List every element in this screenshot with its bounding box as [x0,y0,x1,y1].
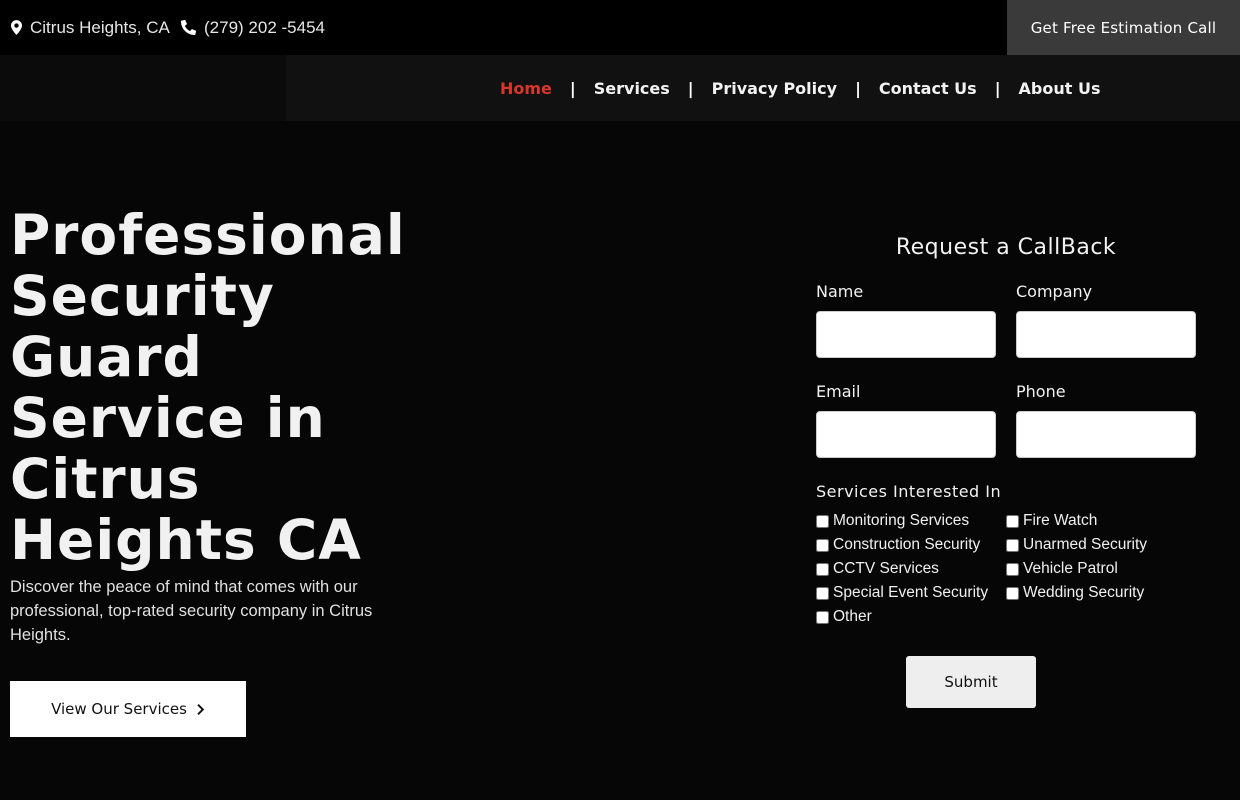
name-input[interactable] [816,311,996,358]
service-option-label: Wedding Security [1023,584,1145,601]
service-checkbox[interactable] [816,586,829,600]
service-option-label: Other [833,608,872,625]
service-checkbox[interactable] [816,538,829,552]
view-services-label: View Our Services [51,700,187,718]
hero-title-line: Professional [10,203,406,267]
service-option-wedding[interactable]: Wedding Security [1006,584,1196,602]
logo-area [0,55,286,121]
top-bar: Citrus Heights, CA (279) 202 -5454 Get F… [0,0,1240,55]
service-option-vehicle-patrol[interactable]: Vehicle Patrol [1006,560,1196,578]
email-input[interactable] [816,411,996,458]
nav-separator: | [994,78,1001,98]
nav-item-home[interactable]: Home [500,79,552,98]
service-option-label: Unarmed Security [1023,536,1148,553]
service-option-cctv[interactable]: CCTV Services [816,560,1006,578]
services-checkbox-group: Monitoring Services Fire Watch Construct… [816,512,1216,626]
service-option-label: Special Event Security [833,584,989,601]
service-option-monitoring[interactable]: Monitoring Services [816,512,1006,530]
service-checkbox[interactable] [1006,562,1019,576]
phone-info[interactable]: (279) 202 -5454 [181,0,325,55]
service-option-construction[interactable]: Construction Security [816,536,1006,554]
nav-separator: | [569,78,576,98]
service-option-special-event[interactable]: Special Event Security [816,584,1006,602]
nav-separator: | [855,78,861,98]
phone-text[interactable]: (279) 202 -5454 [204,18,325,38]
view-services-button[interactable]: View Our Services [10,681,246,737]
chevron-right-icon [197,703,205,715]
hero-title-line: Heights CA [10,508,362,572]
free-estimation-button[interactable]: Get Free Estimation Call [1007,0,1240,55]
service-option-unarmed[interactable]: Unarmed Security [1006,536,1196,554]
submit-button[interactable]: Submit [906,656,1036,708]
service-option-fire-watch[interactable]: Fire Watch [1006,512,1196,530]
hero-title-line: Citrus [10,447,201,511]
nav-item-contact-us[interactable]: Contact Us [879,79,977,98]
service-checkbox[interactable] [1006,586,1019,600]
services-interested-label: Services Interested In [816,482,1002,501]
service-checkbox[interactable] [1006,514,1019,528]
main-nav: Home | Services | Privacy Policy | Conta… [500,55,1101,121]
service-option-label: Fire Watch [1023,512,1098,529]
nav-item-privacy-policy[interactable]: Privacy Policy [712,79,837,98]
hero-title-line: Service in [10,386,326,450]
hero-title: Professional Security Guard Service in C… [10,205,410,571]
service-checkbox[interactable] [816,562,829,576]
hero-title-line: Guard [10,325,203,389]
service-checkbox[interactable] [1006,538,1019,552]
phone-label: Phone [1016,382,1066,401]
service-option-label: Monitoring Services [833,512,970,529]
service-option-other[interactable]: Other [816,608,1006,626]
service-checkbox[interactable] [816,514,829,528]
nav-separator: | [687,78,694,98]
service-option-label: Vehicle Patrol [1023,560,1118,577]
phone-icon [181,20,196,35]
nav-item-services[interactable]: Services [594,79,670,98]
service-checkbox[interactable] [816,610,829,624]
service-option-label: Construction Security [833,536,981,553]
form-title: Request a CallBack [895,235,1117,260]
location-text: Citrus Heights, CA [30,17,170,37]
service-option-label: CCTV Services [833,560,939,577]
name-label: Name [816,282,864,301]
hero-description: Discover the peace of mind that comes wi… [10,578,373,644]
hero-title-line: Security [10,264,275,328]
company-label: Company [1016,282,1093,301]
nav-item-about-us[interactable]: About Us [1019,79,1101,98]
map-pin-icon [11,20,22,35]
company-input[interactable] [1016,311,1196,358]
email-label: Email [816,382,861,401]
location-info: Citrus Heights, CA [11,0,170,55]
phone-input[interactable] [1016,411,1196,458]
